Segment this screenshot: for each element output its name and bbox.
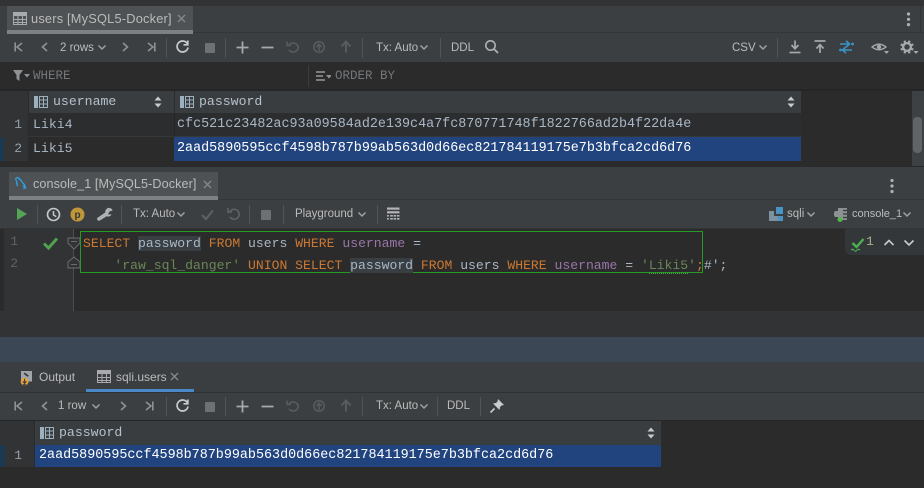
svg-text:p: p — [74, 210, 80, 221]
